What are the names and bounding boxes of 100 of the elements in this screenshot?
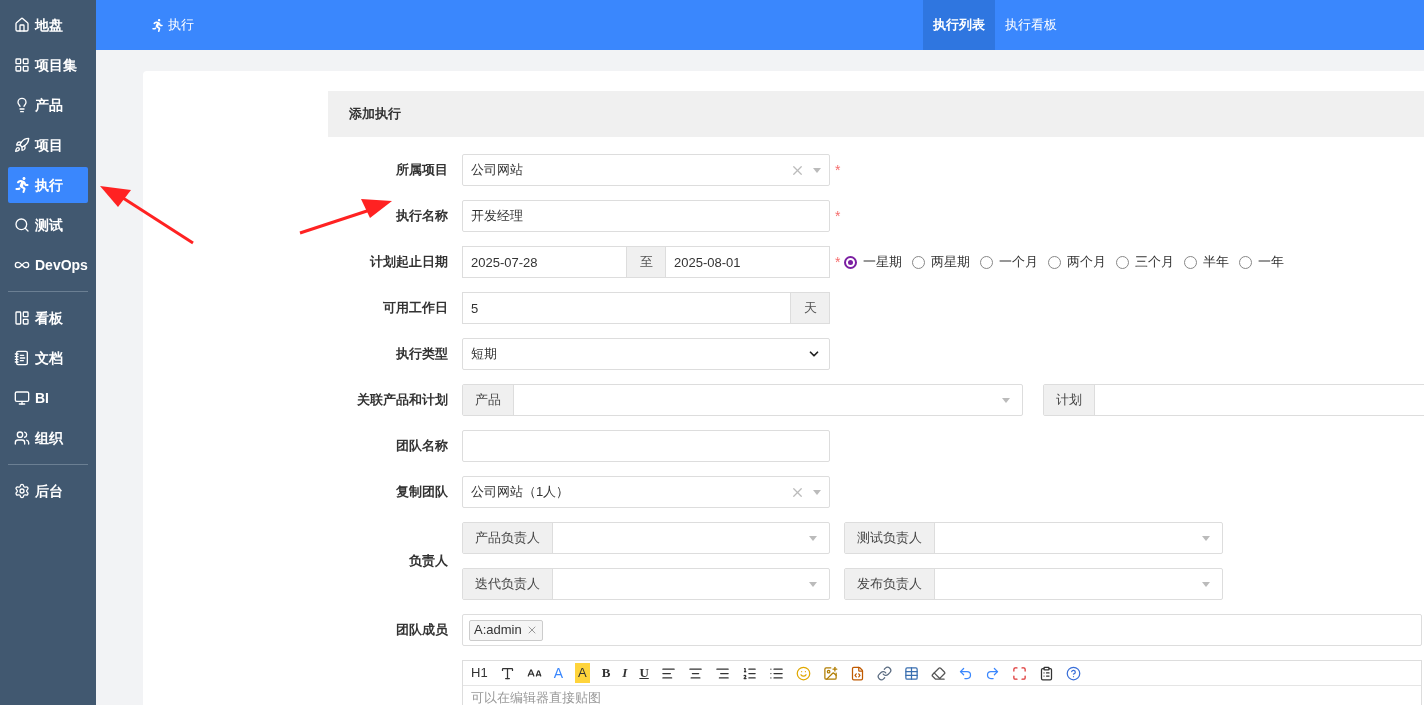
form-title: 添加执行: [349, 105, 401, 124]
field-prefix: 计划: [1043, 385, 1095, 415]
field-label: 执行类型: [395, 345, 449, 364]
sidebar-item[interactable]: 测试: [8, 207, 88, 243]
field-label: 团队名称: [395, 437, 449, 456]
field-prefix: 发布负责人: [845, 569, 935, 599]
period-radio[interactable]: 一个月: [980, 252, 1039, 272]
period-radio[interactable]: 半年: [1184, 252, 1230, 272]
copy-team-select[interactable]: 公司网站（1人）: [462, 476, 830, 508]
sidebar-item[interactable]: 地盘: [8, 7, 88, 43]
sidebar-item[interactable]: 后台: [8, 473, 88, 509]
type-select[interactable]: 短期: [462, 338, 830, 370]
project-select[interactable]: 公司网站: [462, 154, 830, 186]
field-label: 所属项目: [395, 161, 449, 180]
period-radio[interactable]: 两星期: [912, 252, 971, 272]
nav-tab[interactable]: 执行列表: [923, 0, 995, 50]
field-label: 可用工作日: [382, 299, 449, 318]
align-left-icon[interactable]: [660, 665, 676, 681]
field-label: 计划起止日期: [369, 253, 449, 272]
unit-label: 天: [791, 292, 830, 324]
code-icon[interactable]: [849, 665, 865, 681]
dropdown-caret-icon: [809, 581, 817, 587]
workdays-input[interactable]: 5: [462, 292, 791, 324]
period-radio[interactable]: 一星期: [844, 252, 903, 272]
align-center-icon[interactable]: [687, 665, 703, 681]
field-prefix: 产品: [463, 385, 514, 415]
field-prefix: 产品负责人: [463, 523, 553, 553]
editor-placeholder: 可以在编辑器直接贴图: [471, 690, 601, 705]
users-icon: [14, 430, 30, 446]
dropdown-caret-icon: [809, 535, 817, 541]
link-icon[interactable]: [876, 665, 892, 681]
select-field[interactable]: 产品: [462, 384, 1023, 416]
field-label: 负责人: [408, 552, 449, 571]
clipboard-icon[interactable]: [1038, 665, 1054, 681]
field-label: 团队成员: [395, 621, 449, 640]
sidebar-item[interactable]: 项目集: [8, 47, 88, 83]
table-icon[interactable]: [903, 665, 919, 681]
field-prefix: 测试负责人: [845, 523, 935, 553]
undo-icon[interactable]: [957, 665, 973, 681]
dropdown-caret-icon: [1202, 581, 1210, 587]
select-field[interactable]: 测试负责人: [844, 522, 1223, 554]
notebook-icon: [14, 350, 30, 366]
bullet-list-icon[interactable]: [768, 665, 784, 681]
italic-button[interactable]: I: [622, 663, 628, 683]
name-input[interactable]: 开发经理: [462, 200, 830, 232]
field-label: 关联产品和计划: [356, 391, 449, 410]
underline-button[interactable]: U: [639, 663, 649, 683]
image-icon[interactable]: [822, 665, 838, 681]
required-mark: *: [835, 206, 841, 226]
monitor-icon: [14, 390, 30, 406]
dropdown-caret-icon: [1202, 535, 1210, 541]
select-field[interactable]: 产品负责人: [462, 522, 830, 554]
runner-icon: [151, 18, 164, 32]
team-name-input[interactable]: [462, 430, 830, 462]
redo-icon[interactable]: [984, 665, 1000, 681]
period-radio[interactable]: 一年: [1239, 252, 1285, 272]
sidebar-item[interactable]: 组织: [8, 420, 88, 456]
search-icon: [14, 217, 30, 233]
grid-icon: [14, 57, 30, 73]
settings-icon: [14, 483, 30, 499]
period-radio[interactable]: 三个月: [1116, 252, 1175, 272]
ordered-list-icon[interactable]: [741, 665, 757, 681]
font-color-button[interactable]: A: [553, 662, 563, 684]
members-field[interactable]: A:admin: [462, 614, 1422, 646]
period-radio[interactable]: 两个月: [1048, 252, 1107, 272]
field-label: 复制团队: [395, 483, 449, 502]
font-family-icon[interactable]: [499, 665, 515, 681]
select-field[interactable]: 发布负责人: [844, 568, 1223, 600]
bold-button[interactable]: B: [601, 663, 611, 683]
heading-button[interactable]: H1: [471, 663, 488, 683]
date-separator: 至: [627, 246, 665, 278]
sidebar-item[interactable]: 看板: [8, 300, 88, 336]
sidebar-item[interactable]: 项目: [8, 127, 88, 163]
highlight-button[interactable]: A: [574, 663, 590, 683]
sidebar-item[interactable]: DevOps: [8, 247, 88, 283]
end-date-input[interactable]: 2025-08-01: [665, 246, 830, 278]
help-icon[interactable]: [1065, 665, 1081, 681]
board-icon: [14, 310, 30, 326]
sidebar-item[interactable]: 产品: [8, 87, 88, 123]
dropdown-caret-icon: [813, 167, 821, 173]
home-icon: [14, 17, 30, 33]
eraser-icon[interactable]: [930, 665, 946, 681]
member-tag: A:admin: [469, 619, 543, 641]
sidebar-item[interactable]: 文档: [8, 340, 88, 376]
sidebar-item[interactable]: BI: [8, 380, 88, 416]
fullscreen-icon[interactable]: [1011, 665, 1027, 681]
start-date-input[interactable]: 2025-07-28: [462, 246, 627, 278]
rocket-icon: [14, 137, 30, 153]
lightbulb-icon: [14, 97, 30, 113]
required-mark: *: [835, 160, 841, 180]
align-right-icon[interactable]: [714, 665, 730, 681]
field-prefix: 迭代负责人: [463, 569, 553, 599]
page-title: 执行: [168, 16, 194, 35]
dropdown-caret-icon: [1001, 397, 1010, 403]
runner-icon: [14, 177, 30, 193]
select-field[interactable]: 计划: [1042, 384, 1424, 416]
field-label: 执行名称: [395, 207, 449, 226]
required-mark: *: [835, 252, 841, 272]
select-field[interactable]: 迭代负责人: [462, 568, 830, 600]
dropdown-caret-icon: [813, 489, 821, 495]
